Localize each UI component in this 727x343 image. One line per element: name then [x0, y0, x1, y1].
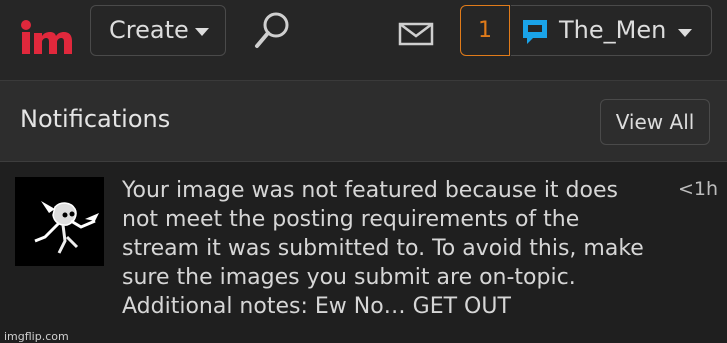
notification-timestamp: <1h — [678, 178, 719, 200]
user-stream-icon — [523, 20, 547, 44]
watermark: imgflip.com — [4, 330, 69, 343]
create-button[interactable]: Create — [90, 5, 226, 56]
character-image — [15, 177, 104, 266]
create-button-label: Create — [109, 16, 189, 44]
notification-item[interactable]: Your image was not featured because it d… — [0, 162, 727, 343]
view-all-label: View All — [615, 110, 695, 134]
top-navigation-bar: Create 1 The_Men — [0, 0, 727, 81]
notification-message: Your image was not featured because it d… — [122, 178, 644, 319]
site-logo[interactable] — [18, 16, 74, 60]
chevron-down-icon — [678, 29, 692, 37]
notification-count-badge[interactable]: 1 — [460, 5, 510, 56]
mail-icon[interactable] — [398, 22, 434, 46]
chevron-down-icon — [195, 28, 209, 36]
notifications-header: Notifications View All — [0, 81, 727, 162]
logo-mark — [21, 20, 72, 54]
view-all-button[interactable]: View All — [600, 99, 710, 145]
search-icon[interactable] — [254, 10, 292, 50]
notification-thumbnail[interactable] — [15, 177, 104, 266]
notifications-title: Notifications — [20, 105, 171, 133]
user-menu-button[interactable]: The_Men — [511, 5, 712, 56]
username-label: The_Men — [559, 16, 667, 44]
